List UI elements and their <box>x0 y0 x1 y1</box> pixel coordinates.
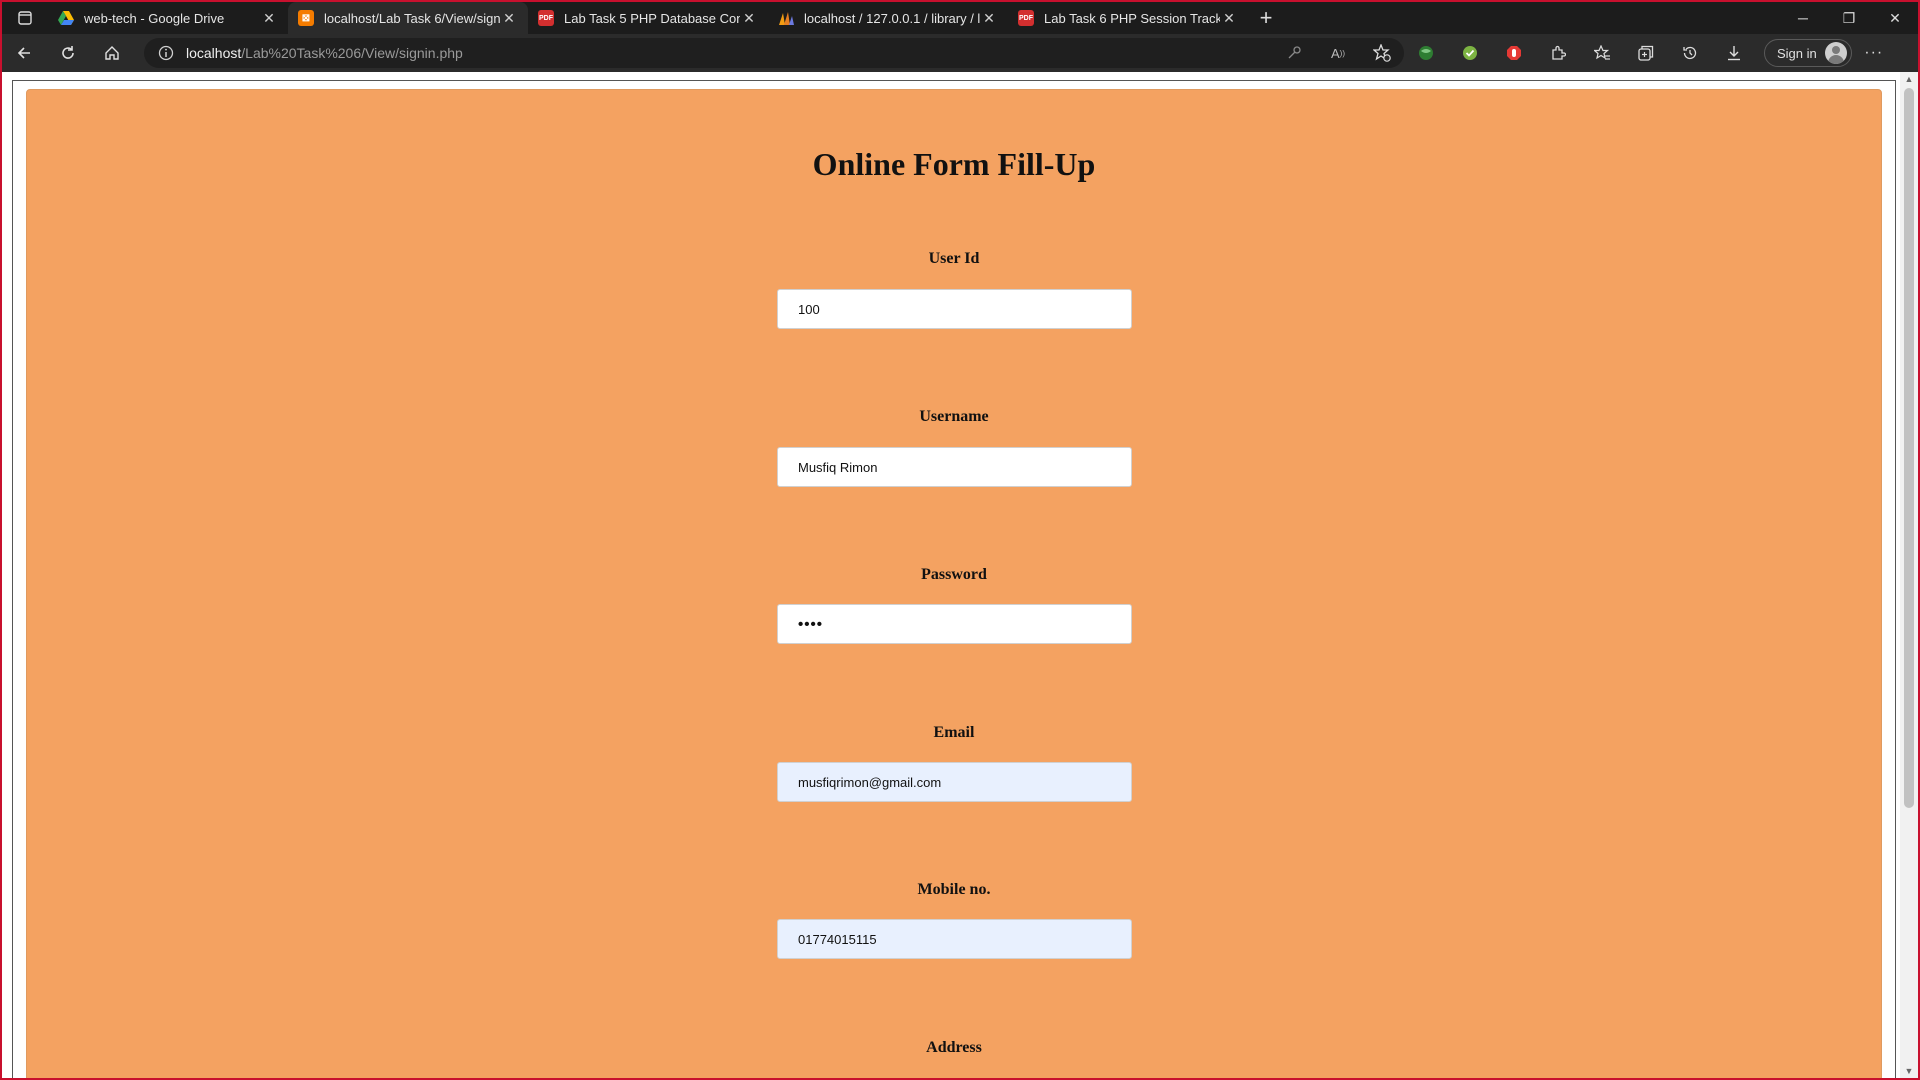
tab-actions-icon <box>18 11 32 25</box>
address-label: Address <box>926 1039 982 1056</box>
site-info-icon[interactable] <box>158 45 174 61</box>
close-window-icon[interactable]: ✕ <box>1872 2 1918 34</box>
url-host: localhost <box>186 45 242 61</box>
window-controls: ─ ❐ ✕ <box>1780 2 1918 34</box>
tab-phpmyadmin[interactable]: localhost / 127.0.0.1 / library / lib ✕ <box>768 2 1008 34</box>
history-icon[interactable] <box>1668 36 1712 70</box>
xampp-icon: ⊠ <box>298 10 314 26</box>
scroll-up-icon[interactable]: ▲ <box>1904 74 1914 84</box>
key-icon[interactable] <box>1272 36 1316 70</box>
tab-title: Lab Task 6 PHP Session Tracking <box>1044 10 1220 26</box>
minimize-icon[interactable]: ─ <box>1780 2 1826 34</box>
phpmyadmin-icon <box>778 10 794 26</box>
home-icon <box>105 46 119 60</box>
email-input[interactable]: musfiqrimon@gmail.com <box>777 762 1132 802</box>
restore-icon[interactable]: ❐ <box>1826 2 1872 34</box>
add-favorite-icon[interactable] <box>1360 36 1404 70</box>
tab-actions-button[interactable] <box>2 2 48 34</box>
mobile-input[interactable]: 01774015115 <box>777 919 1132 959</box>
extension-check-icon[interactable] <box>1448 36 1492 70</box>
browser-window: web-tech - Google Drive ✕ ⊠ localhost/La… <box>0 0 1920 1080</box>
reload-icon <box>62 46 74 59</box>
mobile-label: Mobile no. <box>917 881 991 898</box>
google-drive-icon <box>58 10 74 26</box>
sign-in-label: Sign in <box>1777 45 1817 61</box>
tab-strip: web-tech - Google Drive ✕ ⊠ localhost/La… <box>2 2 1918 34</box>
form-panel: Online Form Fill-Up User Id 100 Username… <box>26 89 1882 1078</box>
user-id-input[interactable]: 100 <box>777 289 1132 329</box>
close-tab-icon[interactable]: ✕ <box>980 10 998 27</box>
extension-adblock-icon[interactable] <box>1492 36 1536 70</box>
url-path: /Lab%20Task%206/View/signin.php <box>241 45 463 61</box>
close-tab-icon[interactable]: ✕ <box>1220 10 1238 27</box>
downloads-icon[interactable] <box>1712 36 1756 70</box>
user-id-label: User Id <box>928 250 980 267</box>
tab-google-drive[interactable]: web-tech - Google Drive ✕ <box>48 2 288 34</box>
password-input[interactable]: •••• <box>777 604 1132 644</box>
reload-button[interactable] <box>46 36 90 70</box>
favorites-icon[interactable] <box>1580 36 1624 70</box>
new-tab-button[interactable]: + <box>1248 5 1284 31</box>
close-tab-icon[interactable]: ✕ <box>260 10 278 27</box>
tab-title: localhost/Lab Task 6/View/signin <box>324 10 500 26</box>
browser-toolbar: localhost/Lab%20Task%206/View/signin.php… <box>2 34 1918 72</box>
password-label: Password <box>921 566 987 583</box>
sign-in-button[interactable]: Sign in <box>1764 39 1852 67</box>
page-viewport: Online Form Fill-Up User Id 100 Username… <box>2 72 1918 1078</box>
pdf-icon: PDF <box>1018 10 1034 26</box>
username-label: Username <box>919 408 989 425</box>
tab-title: Lab Task 5 PHP Database Conne <box>564 10 740 26</box>
tab-title: localhost / 127.0.0.1 / library / lib <box>804 10 980 26</box>
username-input[interactable]: Musfiq Rimon <box>777 447 1132 487</box>
address-bar-actions: A)) <box>1272 36 1404 70</box>
tab-title: web-tech - Google Drive <box>84 10 225 26</box>
address-bar[interactable]: localhost/Lab%20Task%206/View/signin.php… <box>144 38 1404 68</box>
profile-avatar-icon <box>1824 42 1847 64</box>
extensions-icon[interactable] <box>1536 36 1580 70</box>
tab-lab-task-6[interactable]: PDF Lab Task 6 PHP Session Tracking ✕ <box>1008 2 1248 34</box>
tab-signin[interactable]: ⊠ localhost/Lab Task 6/View/signin ✕ <box>288 2 528 34</box>
pdf-icon: PDF <box>538 10 554 26</box>
email-label: Email <box>933 724 975 741</box>
home-button[interactable] <box>90 36 134 70</box>
more-options-icon[interactable]: ··· <box>1852 36 1896 70</box>
tab-lab-task-5[interactable]: PDF Lab Task 5 PHP Database Conne ✕ <box>528 2 768 34</box>
back-arrow-icon <box>17 47 30 59</box>
collections-icon[interactable] <box>1624 36 1668 70</box>
scrollbar-thumb[interactable] <box>1904 88 1914 808</box>
close-tab-icon[interactable]: ✕ <box>740 10 758 27</box>
page-title: Online Form Fill-Up <box>812 146 1096 182</box>
vertical-scrollbar[interactable]: ▲ ▼ <box>1900 72 1918 1078</box>
extension-globe-icon[interactable] <box>1404 36 1448 70</box>
scroll-down-icon[interactable]: ▼ <box>1904 1066 1914 1076</box>
back-button[interactable] <box>2 36 46 70</box>
close-tab-icon[interactable]: ✕ <box>500 10 518 27</box>
read-aloud-icon[interactable]: A)) <box>1316 36 1360 70</box>
